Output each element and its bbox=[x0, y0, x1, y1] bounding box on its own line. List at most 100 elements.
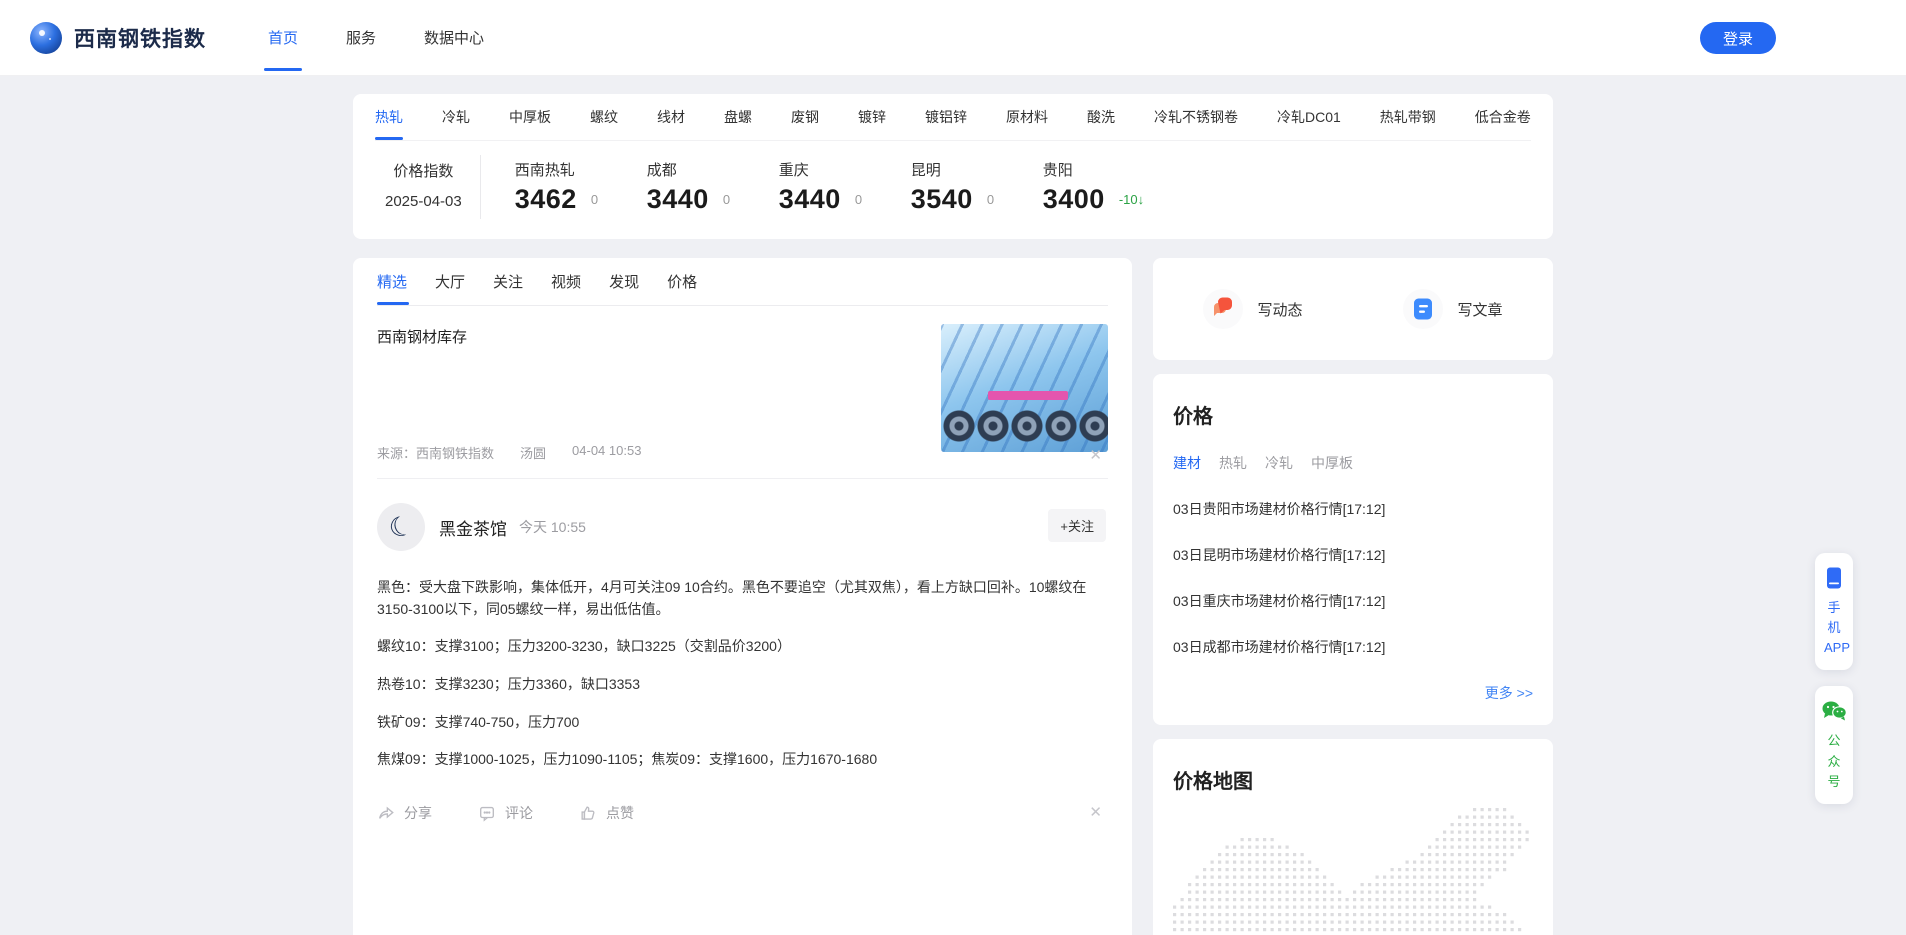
nav-item-data-center[interactable]: 数据中心 bbox=[400, 0, 508, 75]
price-index-card: 热轧 冷轧 中厚板 螺纹 线材 盘螺 废钢 镀锌 镀铝锌 原材料 酸洗 冷轧不锈… bbox=[353, 94, 1553, 239]
quote-city: 西南热轧 bbox=[514, 162, 575, 179]
write-moment-label: 写动态 bbox=[1257, 301, 1303, 319]
chat-bubble-icon bbox=[1203, 289, 1244, 329]
price-news-item-chengdu[interactable]: 03日成都市场建材价格行情[17:12] bbox=[1173, 637, 1533, 657]
quote-change: 0 bbox=[722, 192, 731, 207]
quote-guiyang: 贵阳 3400 -10↓ bbox=[1009, 159, 1145, 215]
quote-change: 0 bbox=[854, 192, 863, 207]
quote-price: 3540 bbox=[910, 184, 973, 214]
share-icon bbox=[379, 806, 394, 819]
main-nav: 首页 服务 数据中心 bbox=[244, 0, 508, 75]
more-link[interactable]: 更多 >> bbox=[1173, 683, 1533, 707]
category-tab-raw-materials[interactable]: 原材料 bbox=[1006, 94, 1048, 140]
category-tab-galvanized[interactable]: 镀锌 bbox=[858, 94, 886, 140]
feed-card: 精选 大厅 关注 视频 发现 价格 西南钢材库存 来源：西南钢铁指数 汤圆 04… bbox=[353, 258, 1132, 935]
write-article-label: 写文章 bbox=[1457, 301, 1503, 319]
comment-label: 评论 bbox=[505, 805, 533, 822]
category-tab-low-alloy-coil[interactable]: 低合金卷 bbox=[1475, 94, 1531, 140]
article-close-icon[interactable]: ✕ bbox=[1089, 446, 1102, 464]
category-tab-pickled[interactable]: 酸洗 bbox=[1087, 94, 1115, 140]
category-tab-stainless-coil[interactable]: 冷轧不锈钢卷 bbox=[1154, 94, 1238, 140]
quote-change: 0 bbox=[986, 192, 995, 207]
post-paragraph: 黑色：受大盘下跌影响，集体低开，4月可关注09 10合约。黑色不要追空（尤其双焦… bbox=[377, 579, 1087, 617]
post-close-icon[interactable]: ✕ bbox=[1089, 803, 1102, 821]
price-index-label: 价格指数 2025-04-03 bbox=[375, 155, 481, 219]
quote-change-down: -10↓ bbox=[1118, 192, 1145, 207]
write-moment-button[interactable]: 写动态 bbox=[1153, 289, 1353, 329]
price-tab-cold-rolled[interactable]: 冷轧 bbox=[1265, 453, 1293, 473]
price-news-item-kunming[interactable]: 03日昆明市场建材价格行情[17:12] bbox=[1173, 545, 1533, 565]
price-news-item-chongqing[interactable]: 03日重庆市场建材价格行情[17:12] bbox=[1173, 591, 1533, 611]
category-tab-wire[interactable]: 线材 bbox=[657, 94, 685, 140]
feed-tab-price[interactable]: 价格 bbox=[667, 258, 697, 305]
feed-tab-hall[interactable]: 大厅 bbox=[435, 258, 465, 305]
category-tab-dc01[interactable]: 冷轧DC01 bbox=[1277, 94, 1341, 140]
follow-button[interactable]: +关注 bbox=[1048, 509, 1106, 542]
crescent-moon-icon: ☾ bbox=[384, 508, 417, 545]
thumbnail-crane-beam-decor bbox=[987, 390, 1068, 400]
thumbnail-steel-coils-decor bbox=[941, 400, 1108, 452]
brand-logo-icon[interactable] bbox=[30, 21, 62, 54]
comment-button[interactable]: 评论 bbox=[478, 803, 533, 823]
quote-change: 0 bbox=[590, 192, 599, 207]
article-item[interactable]: 西南钢材库存 来源：西南钢铁指数 汤圆 04-04 10:53 ✕ bbox=[377, 306, 1108, 479]
share-button[interactable]: 分享 bbox=[377, 803, 432, 823]
thumbs-up-icon bbox=[581, 806, 595, 820]
wechat-official-label: 公众号 bbox=[1827, 733, 1841, 789]
article-author: 汤圆 bbox=[520, 446, 547, 461]
category-tab-bar: 热轧 冷轧 中厚板 螺纹 线材 盘螺 废钢 镀锌 镀铝锌 原材料 酸洗 冷轧不锈… bbox=[375, 94, 1531, 141]
article-source: 来源：西南钢铁指数 bbox=[377, 446, 495, 461]
header: 西南钢铁指数 首页 服务 数据中心 登录 bbox=[0, 0, 1906, 76]
write-article-button[interactable]: 写文章 bbox=[1353, 289, 1553, 329]
price-tab-plate[interactable]: 中厚板 bbox=[1311, 453, 1353, 473]
price-tab-hot-rolled[interactable]: 热轧 bbox=[1219, 453, 1247, 473]
nav-item-services[interactable]: 服务 bbox=[322, 0, 400, 75]
compose-card: 写动态 写文章 bbox=[1153, 258, 1553, 360]
post-header: ☾ 黑金茶馆 今天 10:55 +关注 bbox=[377, 503, 1108, 551]
mobile-phone-icon bbox=[1827, 567, 1841, 589]
price-map-panel: 价格地图 bbox=[1153, 739, 1553, 935]
category-tab-coil-rebar[interactable]: 盘螺 bbox=[724, 94, 752, 140]
document-icon bbox=[1403, 289, 1444, 329]
category-tab-rebar[interactable]: 螺纹 bbox=[590, 94, 618, 140]
post-author-name[interactable]: 黑金茶馆 bbox=[439, 515, 507, 540]
feed-tab-featured[interactable]: 精选 bbox=[377, 258, 410, 305]
quote-chengdu: 成都 3440 0 bbox=[613, 159, 745, 215]
quote-price: 3400 bbox=[1042, 184, 1105, 214]
wechat-official-button[interactable]: 公众号 bbox=[1815, 686, 1853, 804]
article-time: 04-04 10:53 bbox=[572, 443, 642, 458]
price-news-item-guiyang[interactable]: 03日贵阳市场建材价格行情[17:12] bbox=[1173, 499, 1533, 519]
category-tab-hr-strip[interactable]: 热轧带钢 bbox=[1380, 94, 1436, 140]
category-tab-cold-rolled[interactable]: 冷轧 bbox=[442, 94, 470, 140]
post-paragraph: 铁矿09：支撑740-750，压力700 bbox=[377, 713, 580, 730]
price-tab-construction[interactable]: 建材 bbox=[1173, 453, 1201, 473]
feed-tab-discover[interactable]: 发现 bbox=[609, 258, 639, 305]
quote-price: 3462 bbox=[514, 184, 577, 214]
nav-item-home[interactable]: 首页 bbox=[244, 0, 322, 75]
china-dot-map-icon bbox=[1173, 808, 1529, 932]
price-news-list: 03日贵阳市场建材价格行情[17:12] 03日昆明市场建材价格行情[17:12… bbox=[1173, 499, 1533, 657]
feed-tab-video[interactable]: 视频 bbox=[551, 258, 581, 305]
like-label: 点赞 bbox=[606, 805, 634, 822]
like-button[interactable]: 点赞 bbox=[579, 803, 634, 823]
quote-price: 3440 bbox=[778, 184, 841, 214]
category-tab-galvalume[interactable]: 镀铝锌 bbox=[925, 94, 967, 140]
quote-city: 贵阳 bbox=[1042, 162, 1073, 179]
post-paragraph: 热卷10：支撑3230；压力3360，缺口3353 bbox=[377, 676, 641, 693]
category-tab-scrap[interactable]: 废钢 bbox=[791, 94, 819, 140]
brand-name[interactable]: 西南钢铁指数 bbox=[74, 23, 206, 53]
feed-tab-following[interactable]: 关注 bbox=[493, 258, 523, 305]
article-thumbnail[interactable] bbox=[941, 324, 1108, 452]
login-button[interactable]: 登录 bbox=[1700, 22, 1776, 54]
category-tab-plate[interactable]: 中厚板 bbox=[509, 94, 551, 140]
price-panel-title: 价格 bbox=[1173, 406, 1213, 428]
quote-southwest-hot-rolled: 西南热轧 3462 0 bbox=[481, 159, 613, 215]
sidebar: 写动态 写文章 价格 建材 热轧 冷轧 中厚板 03日贵阳市场建材价格行情[17… bbox=[1153, 258, 1553, 935]
quote-city: 重庆 bbox=[778, 162, 809, 179]
mobile-app-button[interactable]: 手机APP bbox=[1815, 553, 1853, 671]
price-index-title: 价格指数 bbox=[393, 163, 454, 180]
avatar[interactable]: ☾ bbox=[377, 503, 425, 551]
category-tab-hot-rolled[interactable]: 热轧 bbox=[375, 94, 403, 140]
price-map bbox=[1173, 808, 1533, 935]
post-body: 黑色：受大盘下跌影响，集体低开，4月可关注09 10合约。黑色不要追空（尤其双焦… bbox=[377, 577, 1108, 771]
